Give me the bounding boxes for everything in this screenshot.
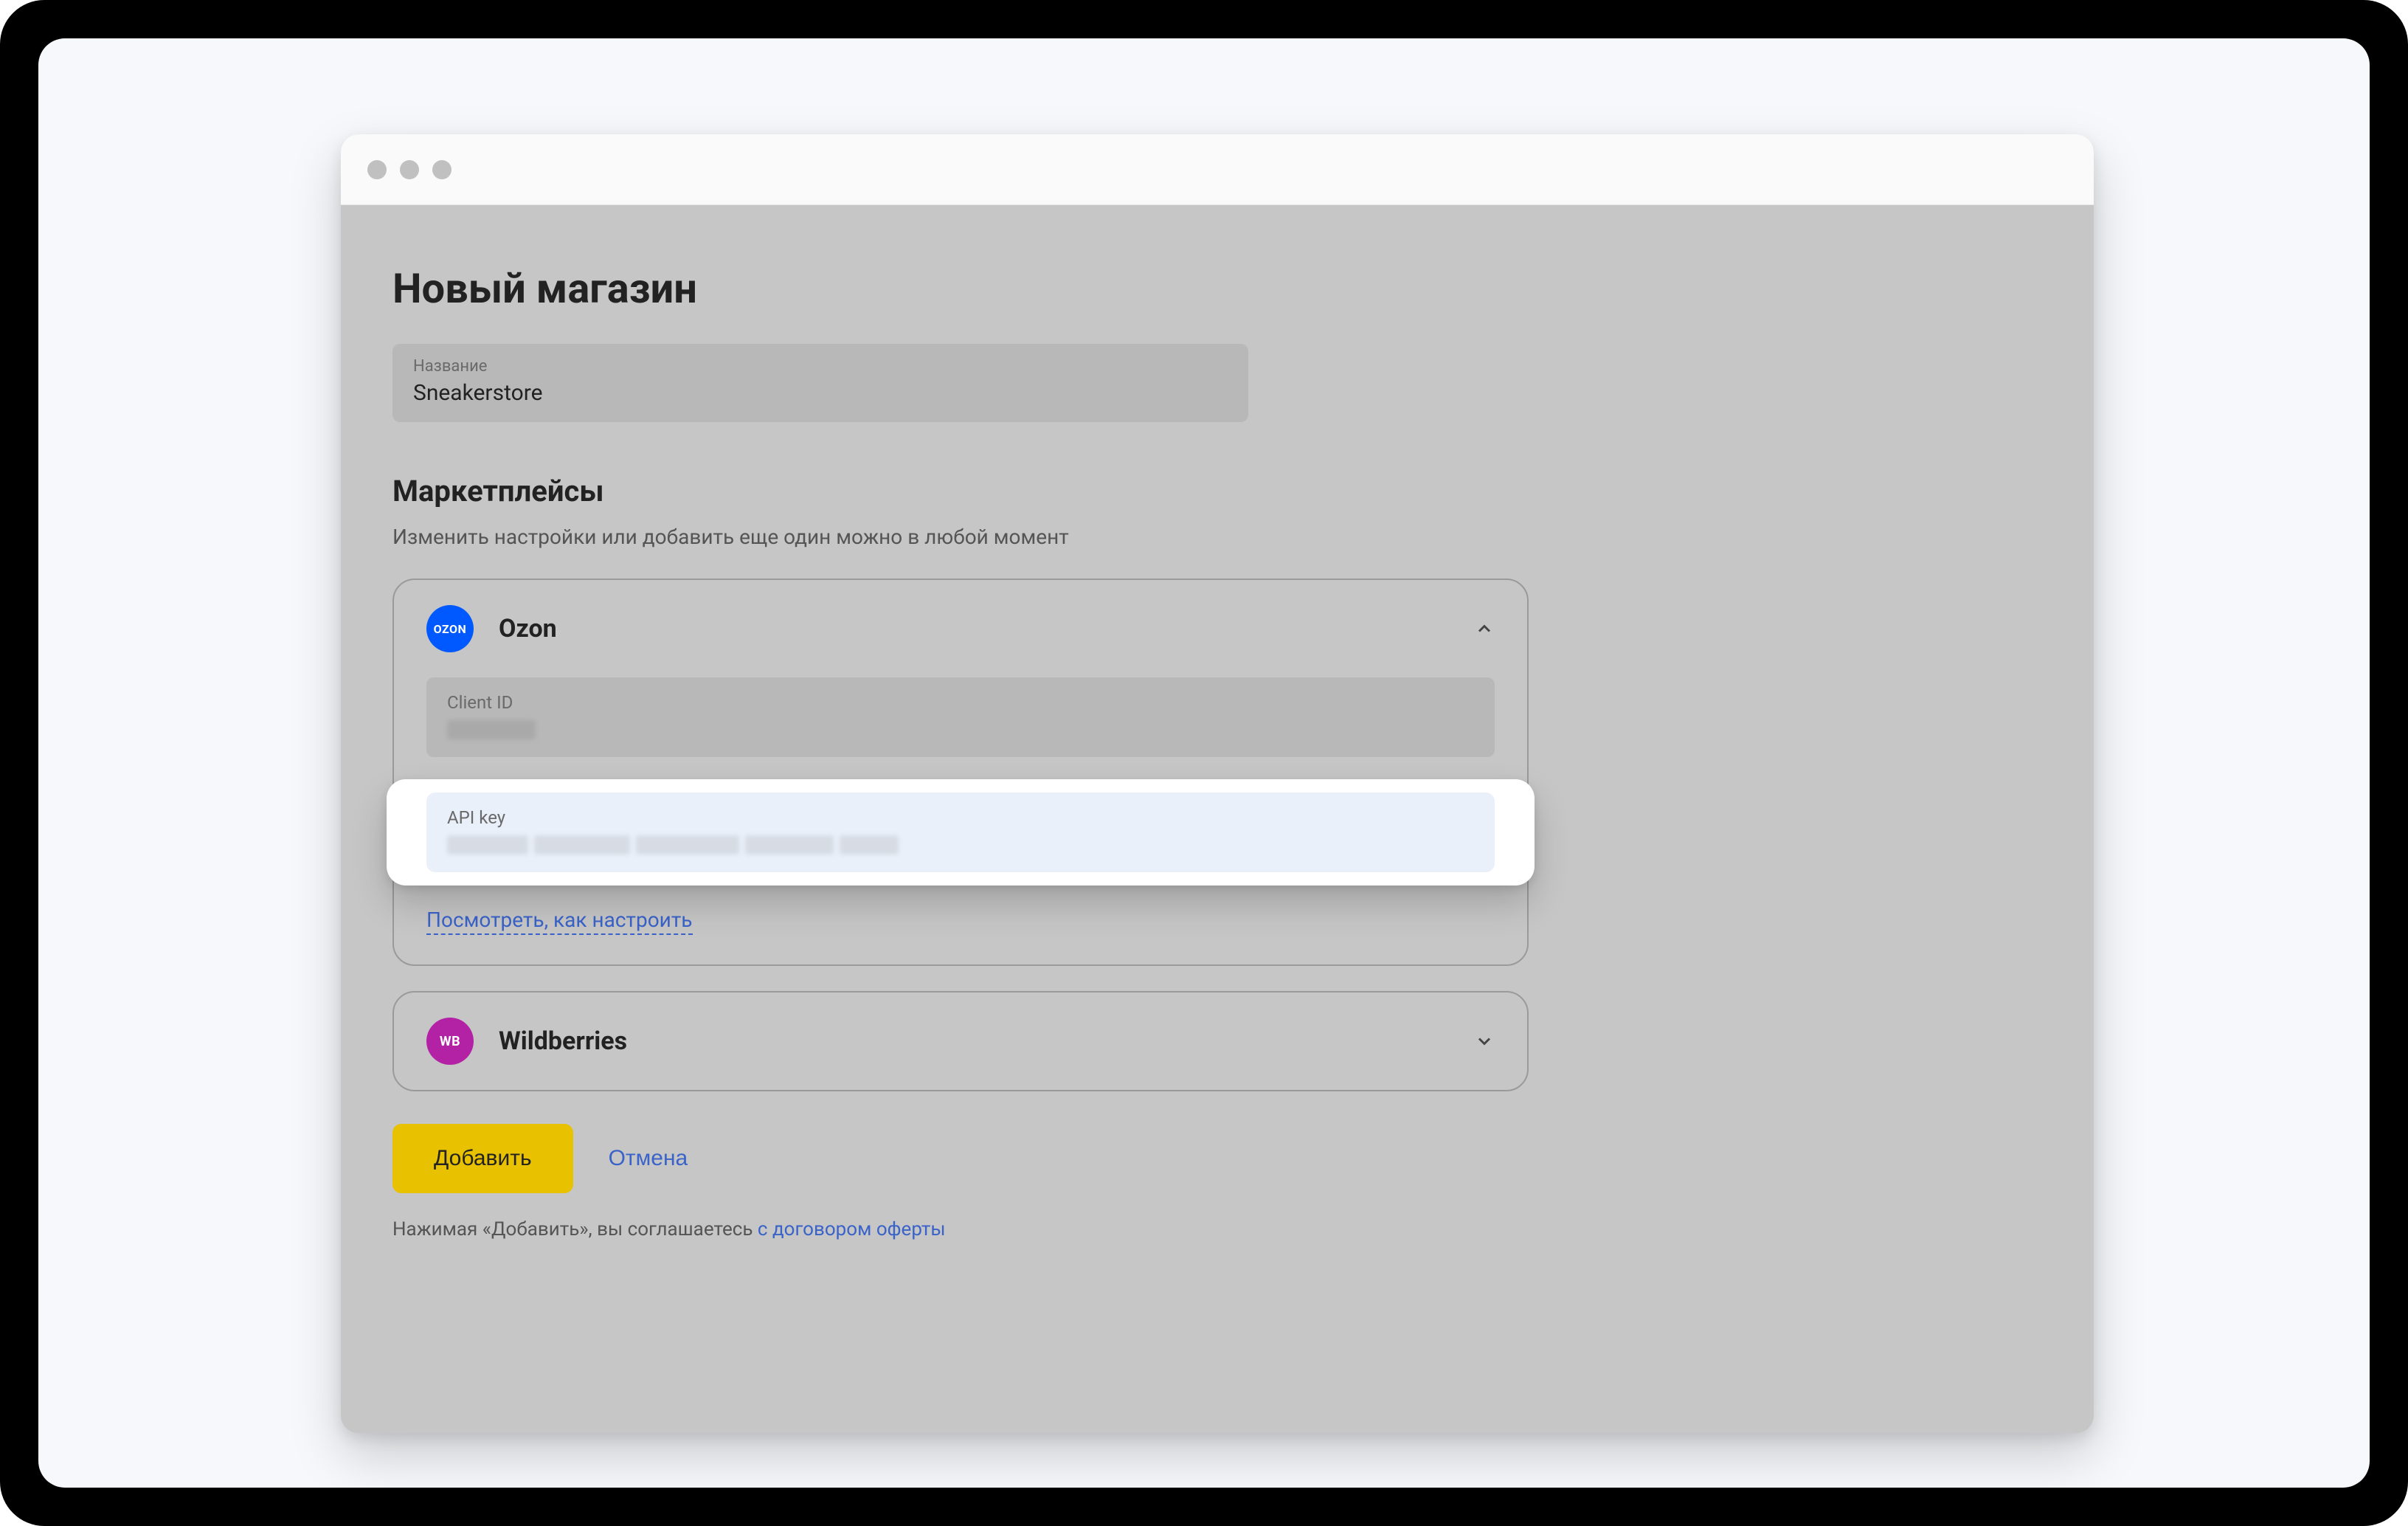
ozon-api-key-highlight: API key [387,779,1535,885]
window-titlebar [341,134,2094,205]
chevron-down-icon [1474,1031,1495,1052]
marketplaces-subtitle: Изменить настройки или добавить еще один… [392,525,2042,549]
ozon-logo-icon: OZON [426,605,474,652]
ozon-api-key-label: API key [447,807,1474,828]
ozon-setup-help-link[interactable]: Посмотреть, как настроить [426,908,693,935]
wildberries-card-title: Wildberries [499,1026,1474,1056]
form-actions: Добавить Отмена [392,1124,2042,1193]
browser-window: Новый магазин Название Sneakerstore Марк… [341,134,2094,1433]
ozon-api-key-field[interactable]: API key [426,793,1495,872]
ozon-client-id-field[interactable]: Client ID [426,677,1495,757]
window-zoom-dot[interactable] [432,160,452,179]
ozon-client-id-value-redacted [447,720,1474,739]
ozon-card-title: Ozon [499,614,1474,643]
page-title: Новый магазин [392,264,2042,313]
offer-agreement-link[interactable]: с договором оферты [758,1218,946,1240]
store-name-field[interactable]: Название Sneakerstore [392,344,1248,422]
ozon-api-key-value-redacted [447,835,1474,855]
store-name-value: Sneakerstore [413,380,1228,406]
consent-prefix: Нажимая «Добавить», вы соглашаетесь [392,1218,758,1240]
ozon-client-id-label: Client ID [447,692,1474,713]
store-name-label: Название [413,357,1228,376]
marketplace-card-wildberries: WB Wildberries [392,991,1529,1091]
add-button[interactable]: Добавить [392,1124,573,1193]
stage-canvas: Новый магазин Название Sneakerstore Марк… [38,38,2370,1488]
wildberries-card-header[interactable]: WB Wildberries [394,992,1527,1090]
outer-frame: Новый магазин Название Sneakerstore Марк… [0,0,2408,1526]
wildberries-logo-icon: WB [426,1018,474,1065]
ozon-card-body: Client ID API key [394,677,1527,964]
marketplaces-title: Маркетплейсы [392,474,2042,508]
consent-text: Нажимая «Добавить», вы соглашаетесь с до… [392,1218,2042,1240]
window-close-dot[interactable] [367,160,387,179]
window-minimize-dot[interactable] [400,160,419,179]
marketplace-card-ozon: OZON Ozon Client ID [392,579,1529,966]
page-content: Новый магазин Название Sneakerstore Марк… [341,205,2094,1285]
ozon-card-header[interactable]: OZON Ozon [394,580,1527,677]
chevron-up-icon [1474,618,1495,639]
cancel-button[interactable]: Отмена [609,1146,688,1171]
